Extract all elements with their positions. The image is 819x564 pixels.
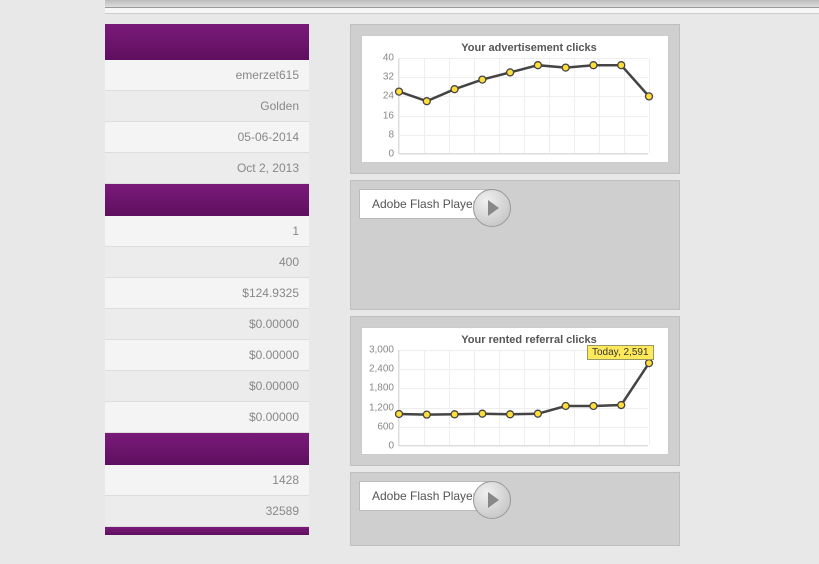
sidebar: emerzet615 Golden 05-06-2014 Oct 2, 2013… (105, 24, 309, 535)
flash-play-button[interactable] (473, 481, 511, 519)
plot-area: Today, 2,591 (398, 350, 648, 446)
play-icon (488, 492, 499, 508)
stat-row: $0.00000 (105, 402, 309, 433)
info-row: Oct 2, 2013 (105, 153, 309, 184)
play-icon (488, 200, 499, 216)
stat-row: $0.00000 (105, 340, 309, 371)
info-row: emerzet615 (105, 60, 309, 91)
stat-row: $0.00000 (105, 371, 309, 402)
flash-play-button[interactable] (473, 189, 511, 227)
flash-label: Adobe Flash Player (359, 189, 490, 219)
chart-title: Your advertisement clicks (396, 42, 662, 54)
chart-ad-clicks: Your advertisement clicks 0816243240 (361, 35, 669, 163)
section-header-1 (105, 24, 309, 60)
chart-panel-referral-clicks: Your rented referral clicks 06001,2001,8… (350, 316, 680, 466)
y-axis: 0816243240 (366, 58, 396, 154)
info-row: 05-06-2014 (105, 122, 309, 153)
plot-area (398, 58, 648, 154)
section-header-4 (105, 527, 309, 535)
stat-row: 1 (105, 216, 309, 247)
section-header-3 (105, 433, 309, 465)
chart-tooltip: Today, 2,591 (587, 345, 654, 360)
stat-row: 1428 (105, 465, 309, 496)
chart-referral-clicks: Your rented referral clicks 06001,2001,8… (361, 327, 669, 455)
y-axis: 06001,2001,8002,4003,000 (366, 350, 396, 446)
flash-placeholder-2: Adobe Flash Player (350, 472, 680, 546)
section-header-2 (105, 184, 309, 216)
flash-placeholder-1: Adobe Flash Player (350, 180, 680, 310)
stat-row: $0.00000 (105, 309, 309, 340)
stat-row: 32589 (105, 496, 309, 527)
chart-panel-ad-clicks: Your advertisement clicks 0816243240 (350, 24, 680, 174)
charts-column: Your advertisement clicks 0816243240 Ado… (350, 24, 680, 552)
stat-row: 400 (105, 247, 309, 278)
info-row: Golden (105, 91, 309, 122)
flash-label: Adobe Flash Player (359, 481, 490, 511)
stat-row: $124.9325 (105, 278, 309, 309)
